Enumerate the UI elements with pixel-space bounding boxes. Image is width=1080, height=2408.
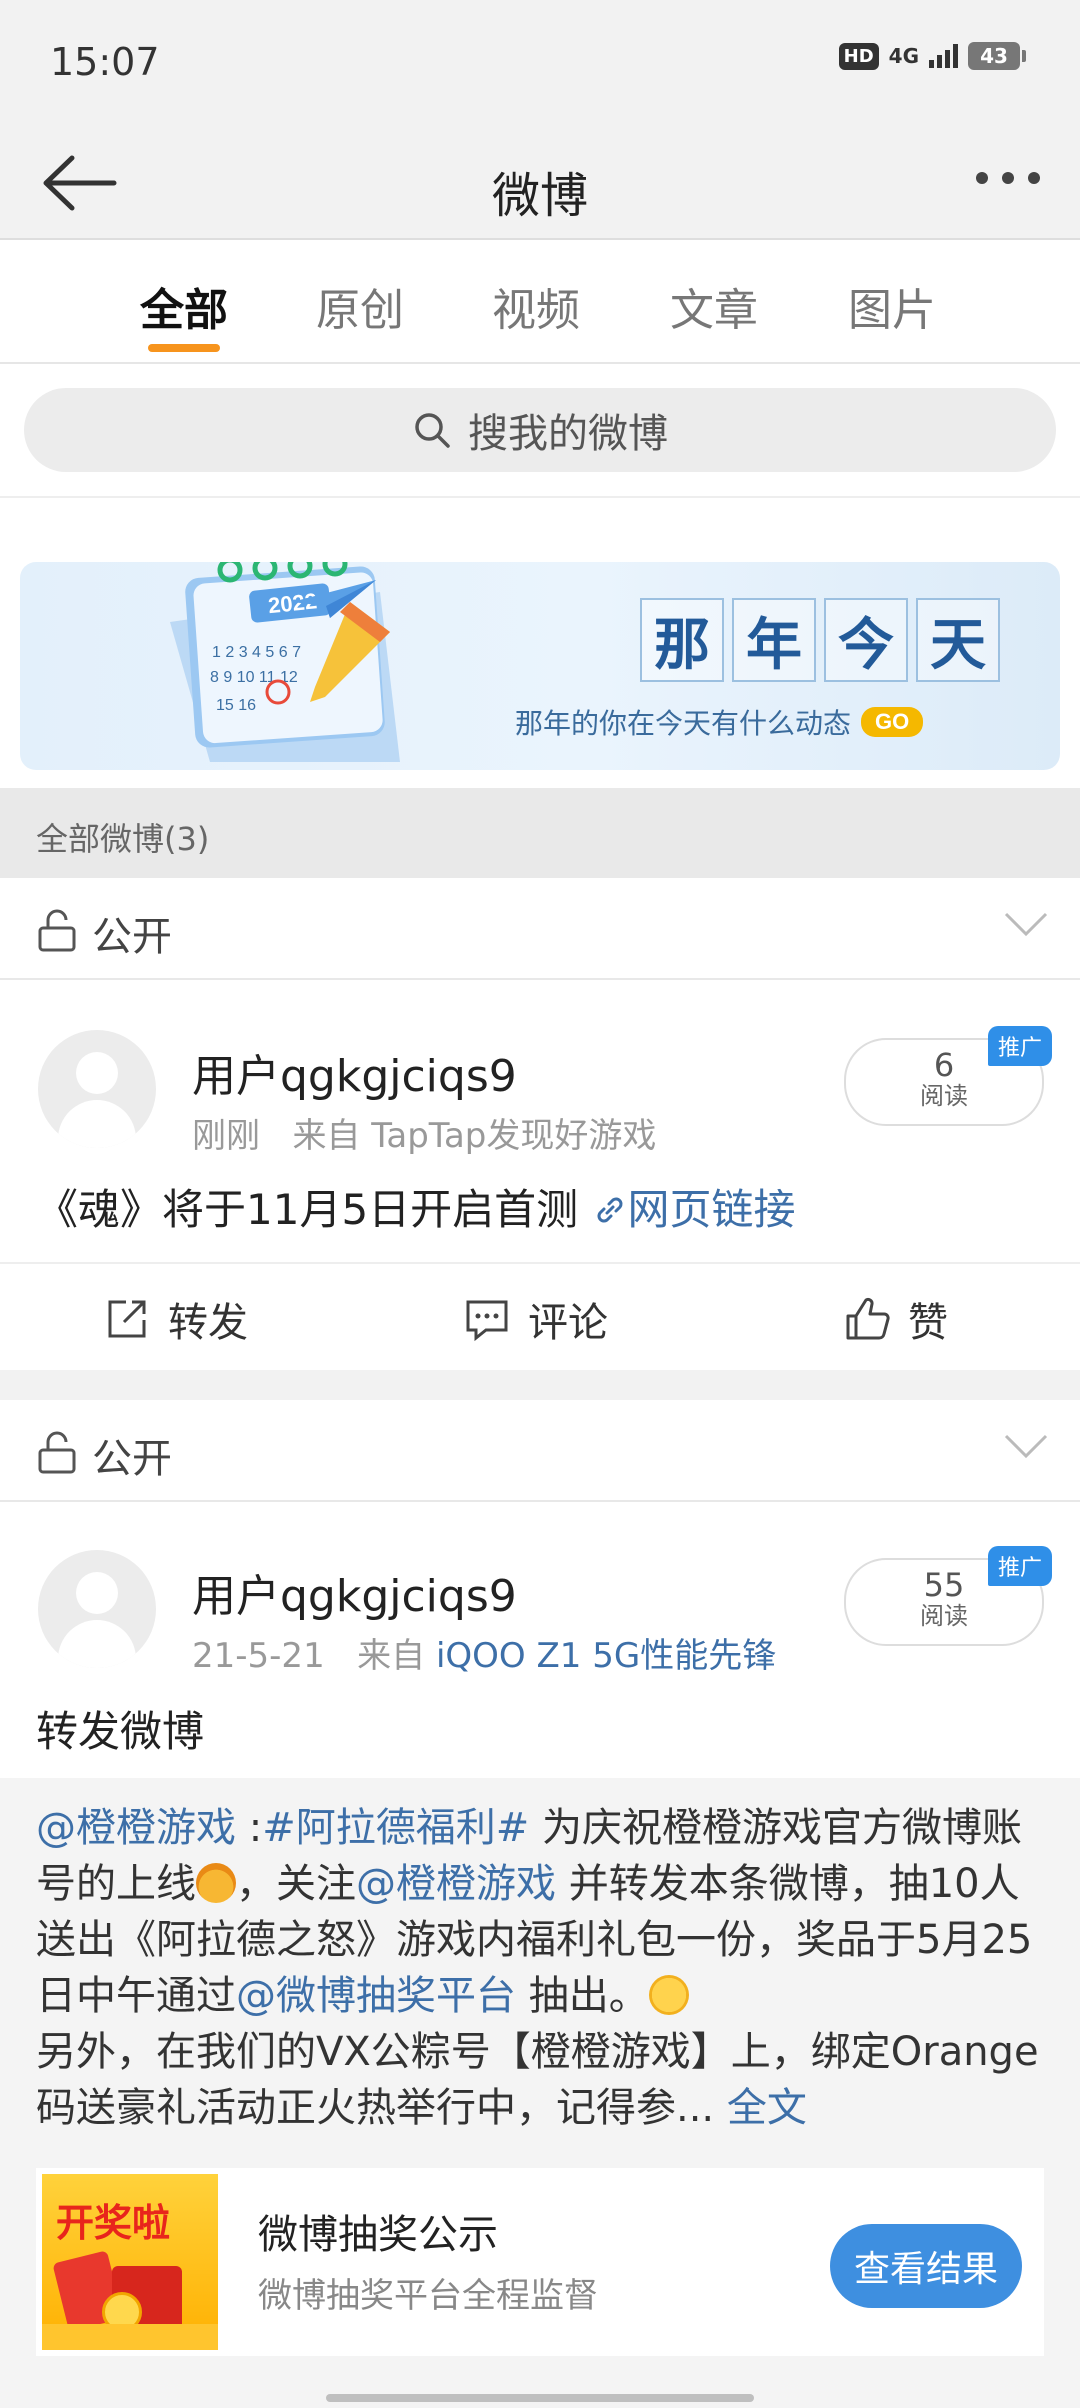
hashtag[interactable]: #阿拉德福利# <box>262 1805 529 1851</box>
mention[interactable]: @微博抽奖平台 <box>236 1973 516 2019</box>
paper-plane-icon <box>292 580 376 618</box>
read-label: 阅读 <box>920 1082 968 1110</box>
like-button[interactable]: 赞 <box>844 1290 948 1348</box>
post-meta: 刚刚 来自 TapTap发现好游戏 <box>192 1108 656 1157</box>
read-label: 阅读 <box>920 1602 968 1630</box>
status-bar: 15:07 HD 4G 43 <box>0 0 1080 130</box>
promote-badge[interactable]: 推广 <box>987 1546 1052 1586</box>
privacy-label: 公开 <box>92 914 172 960</box>
status-time: 15:07 <box>50 40 160 84</box>
link-icon <box>597 1197 623 1223</box>
privacy-bar[interactable]: 公开 <box>0 1400 1080 1502</box>
svg-text:1 2 3 4 5 6 7: 1 2 3 4 5 6 7 <box>212 644 301 661</box>
tab-all[interactable]: 全部 <box>140 274 228 338</box>
source-prefix: 来自 <box>292 1116 361 1156</box>
search-input[interactable]: 搜我的微博 <box>24 388 1056 472</box>
post-time: 刚刚 <box>192 1116 260 1156</box>
search-placeholder: 搜我的微博 <box>468 411 668 457</box>
battery-icon: 43 <box>968 42 1026 70</box>
username[interactable]: 用户qgkgjciqs9 <box>192 1040 517 1104</box>
tab-active-indicator <box>148 344 220 352</box>
post-card: 用户qgkgjciqs9 21-5-21 来自 iQOO Z1 5G性能先锋 5… <box>0 1502 1080 2408</box>
mention[interactable]: @橙橙游戏 <box>356 1861 556 1907</box>
title-char: 今 <box>824 598 908 682</box>
tab-original[interactable]: 原创 <box>316 274 404 338</box>
on-this-day-title: 那 年 今 天 <box>640 598 1000 682</box>
quoted-text: @橙橙游戏 :#阿拉德福利# 为庆祝橙橙游戏官方微博账号的上线 ，关注@橙橙游戏 … <box>36 1805 1039 2131</box>
privacy-label: 公开 <box>92 1436 172 1482</box>
mention[interactable]: @橙橙游戏 <box>36 1805 236 1851</box>
more-button[interactable] <box>976 172 1040 184</box>
svg-text:15 16: 15 16 <box>216 697 256 714</box>
search-area: 搜我的微博 <box>0 364 1080 498</box>
post-source[interactable]: TapTap发现好游戏 <box>371 1116 656 1156</box>
post-actions: 转发 评论 赞 <box>0 1262 1080 1370</box>
post-text: 《魂》将于11月5日开启首测 网页链接 <box>36 1176 796 1237</box>
post-body: 《魂》将于11月5日开启首测 <box>36 1185 579 1234</box>
unlock-icon <box>38 909 76 952</box>
privacy-bar[interactable]: 公开 <box>0 878 1080 980</box>
home-indicator[interactable] <box>326 2394 754 2402</box>
lottery-subtitle: 微博抽奖平台全程监督 <box>258 2276 598 2316</box>
title-char: 年 <box>732 598 816 682</box>
section-header: 全部微博(3) <box>0 788 1080 878</box>
subtitle-text: 那年的你在今天有什么动态 <box>515 707 852 740</box>
page-title: 微博 <box>491 168 588 224</box>
source-prefix: 来自 <box>357 1636 426 1676</box>
web-link[interactable]: 网页链接 <box>592 1185 796 1234</box>
battery-level: 43 <box>980 44 1008 68</box>
comment-button[interactable]: 评论 <box>464 1290 608 1348</box>
post-text: 转发微博 <box>36 1707 205 1756</box>
unlock-icon <box>38 1431 76 1474</box>
repost-icon <box>108 1300 146 1338</box>
lottery-title: 微博抽奖公示 <box>258 2212 498 2258</box>
top-bar: 微博 <box>0 130 1080 240</box>
title-char: 那 <box>640 598 724 682</box>
read-count-badge[interactable]: 6 阅读 推广 <box>844 1026 1052 1126</box>
hd-icon: HD <box>838 42 879 70</box>
comment-icon <box>466 1300 508 1342</box>
view-result-button[interactable]: 查看结果 <box>830 2224 1022 2308</box>
title-char: 天 <box>916 598 1000 682</box>
more-dots-icon <box>976 172 988 184</box>
promote-badge[interactable]: 推广 <box>987 1026 1052 1066</box>
section-title: 全部微博(3) <box>36 820 210 858</box>
go-button[interactable]: GO <box>861 707 924 737</box>
on-this-day-subtitle: 那年的你在今天有什么动态 GO <box>515 702 924 742</box>
status-icons: HD 4G 43 <box>838 42 1026 70</box>
repost-button[interactable]: 转发 <box>104 1290 248 1348</box>
thumbs-up-icon <box>846 1297 890 1340</box>
post-meta: 21-5-21 来自 iQOO Z1 5G性能先锋 <box>192 1628 776 1677</box>
lottery-image: 开奖啦 <box>42 2174 218 2350</box>
avatar[interactable] <box>38 1550 156 1668</box>
smile-emoji-icon <box>648 1975 689 2015</box>
network-type: 4G <box>888 44 919 68</box>
post-time: 21-5-21 <box>192 1636 325 1676</box>
signal-icon <box>929 44 958 68</box>
post-source[interactable]: iQOO Z1 5G性能先锋 <box>436 1636 776 1676</box>
chevron-down-icon[interactable] <box>1002 1430 1050 1462</box>
tab-article[interactable]: 文章 <box>670 274 758 338</box>
search-icon <box>415 413 450 448</box>
avatar[interactable] <box>38 1030 156 1148</box>
post-card: 用户qgkgjciqs9 刚刚 来自 TapTap发现好游戏 6 阅读 推广 《… <box>0 980 1080 1370</box>
chevron-down-icon[interactable] <box>1002 908 1050 940</box>
filter-tabs: 全部 原创 视频 文章 图片 <box>0 240 1080 364</box>
lottery-image-text: 开奖啦 <box>56 2201 171 2245</box>
on-this-day-banner[interactable]: 2022 1 2 3 4 5 6 7 8 9 10 11 12 15 16 那 … <box>20 562 1060 770</box>
tab-picture[interactable]: 图片 <box>848 274 936 338</box>
full-text-link[interactable]: 全文 <box>714 2085 807 2131</box>
lottery-card[interactable]: 开奖啦 微博抽奖公示 微博抽奖平台全程监督 查看结果 <box>36 2168 1044 2356</box>
tab-video[interactable]: 视频 <box>492 274 580 338</box>
beer-emoji-icon <box>196 1863 236 1903</box>
read-count-badge[interactable]: 55 阅读 推广 <box>844 1546 1052 1646</box>
banner-area: 2022 1 2 3 4 5 6 7 8 9 10 11 12 15 16 那 … <box>0 498 1080 788</box>
reposted-content[interactable]: @橙橙游戏 :#阿拉德福利# 为庆祝橙橙游戏官方微博账号的上线 ，关注@橙橙游戏 … <box>0 1778 1080 2408</box>
username[interactable]: 用户qgkgjciqs9 <box>192 1560 517 1624</box>
